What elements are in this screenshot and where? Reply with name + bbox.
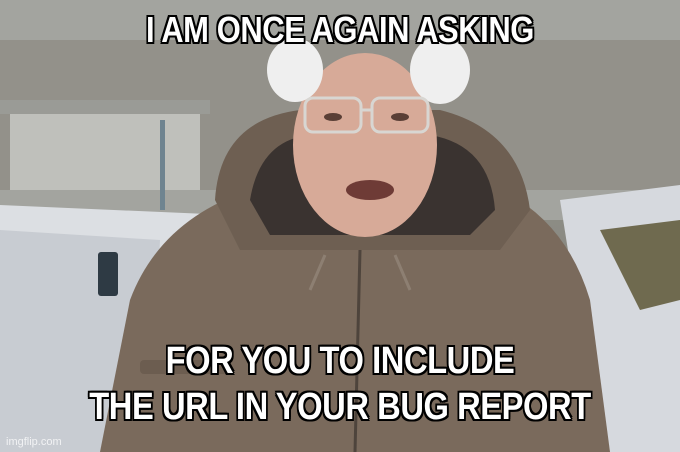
background-roof — [0, 100, 210, 114]
sign-post — [160, 120, 165, 210]
eye-right — [391, 113, 409, 121]
bottom-caption-line-2: THE URL IN YOUR BUG REPORT — [89, 386, 591, 428]
eye-left — [324, 113, 342, 121]
bottom-caption-line-1: FOR YOU TO INCLUDE — [165, 340, 515, 382]
background-building — [10, 110, 200, 190]
top-caption: I AM ONCE AGAIN ASKING — [146, 9, 534, 50]
mouth — [346, 180, 394, 200]
bottom-caption: FOR YOU TO INCLUDE THE URL IN YOUR BUG R… — [48, 338, 633, 430]
meme-image: I AM ONCE AGAIN ASKING FOR YOU TO INCLUD… — [0, 0, 680, 452]
trash-can — [98, 252, 118, 296]
imgflip-watermark: imgflip.com — [6, 436, 62, 448]
